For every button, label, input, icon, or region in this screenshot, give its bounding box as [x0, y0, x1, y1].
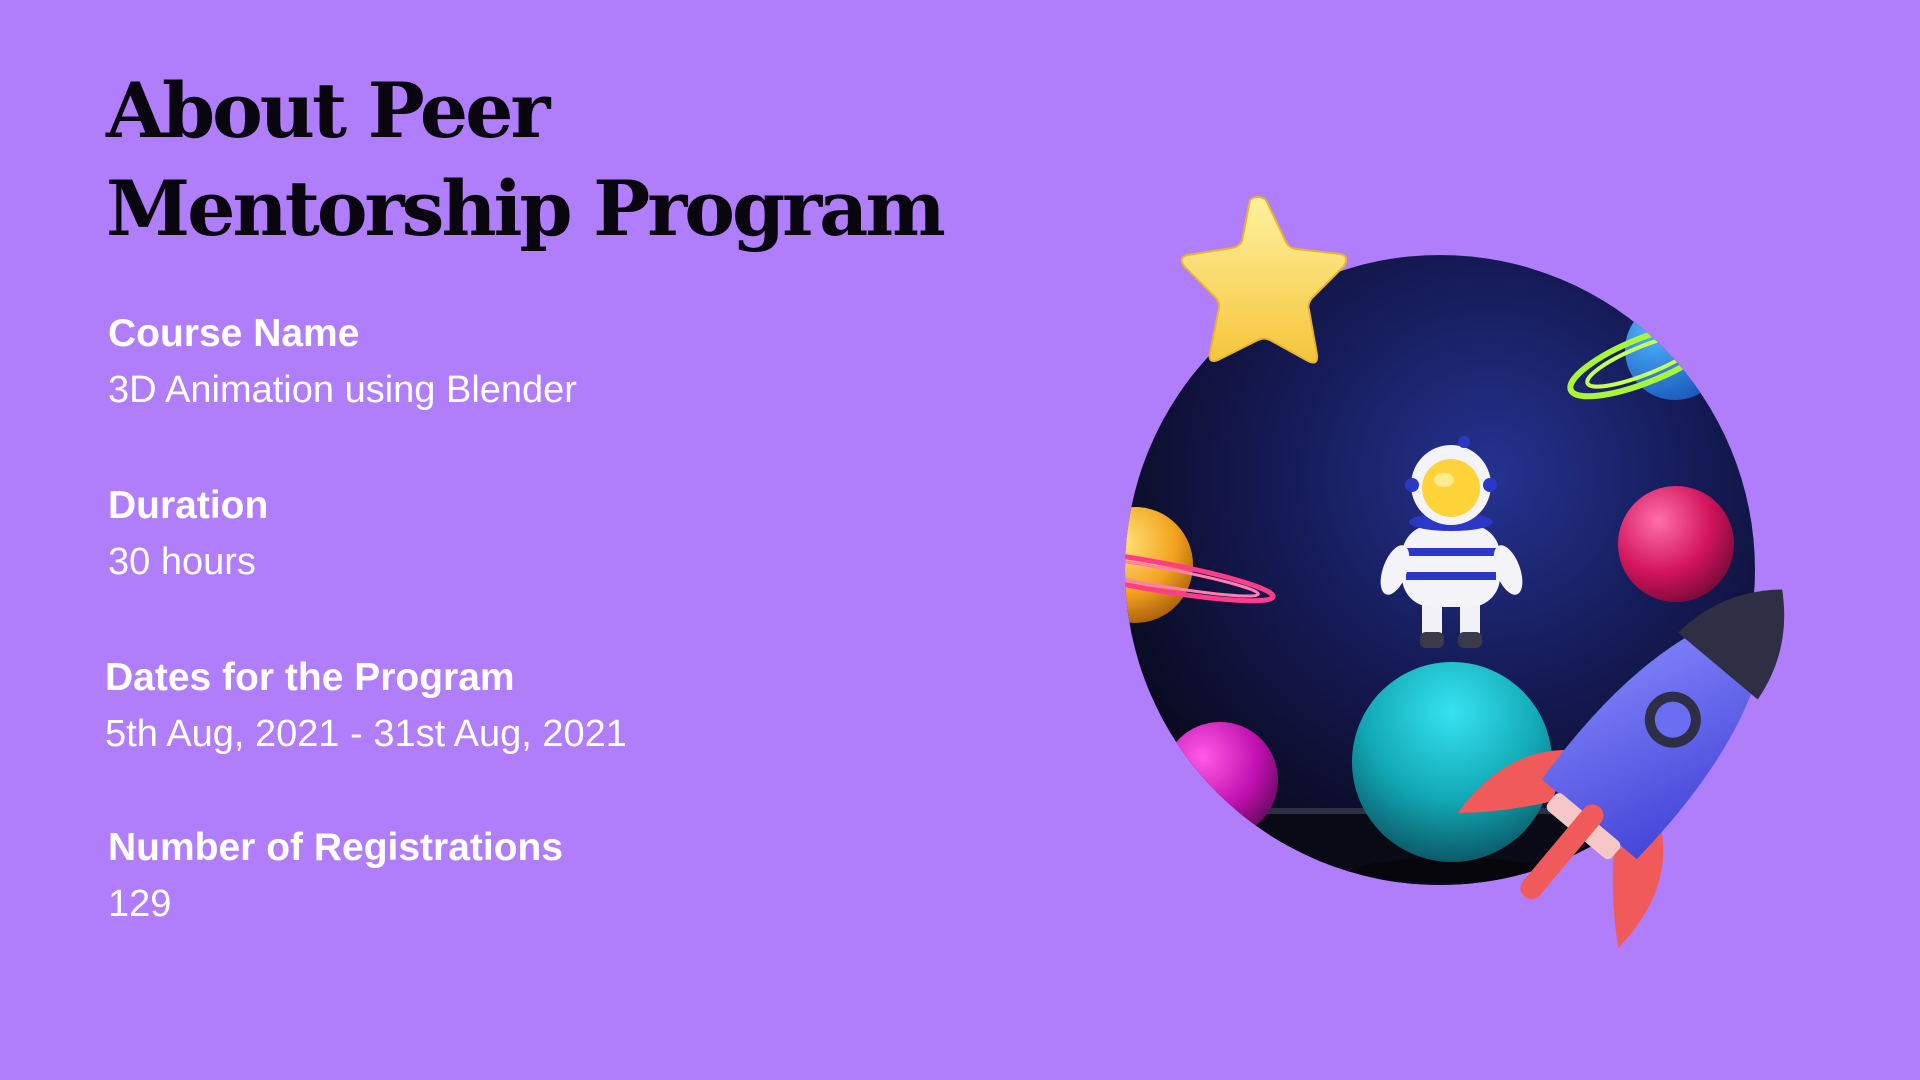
course-name-block: Course Name 3D Animation using Blender	[108, 310, 577, 414]
space-illustration	[1125, 196, 1785, 949]
page-title: About Peer Mentorship Program	[106, 62, 946, 258]
slide: About Peer Mentorship Program Course Nam…	[0, 0, 1920, 1080]
dates-label: Dates for the Program	[105, 656, 515, 699]
title-line-1: About Peer	[106, 66, 550, 155]
duration-block: Duration 30 hours	[108, 482, 268, 586]
duration-value: 30 hours	[108, 541, 256, 583]
magenta-planet-icon	[1162, 722, 1278, 838]
registrations-label: Number of Registrations	[108, 826, 564, 869]
duration-label: Duration	[108, 484, 269, 527]
dates-block: Dates for the Program 5th Aug, 2021 - 31…	[105, 654, 627, 758]
registrations-value: 129	[108, 883, 172, 925]
course-name-value: 3D Animation using Blender	[108, 369, 577, 411]
pink-planet-icon	[1618, 486, 1734, 602]
title-line-2: Mentorship Program	[106, 164, 946, 253]
dates-value: 5th Aug, 2021 - 31st Aug, 2021	[105, 713, 627, 755]
course-name-label: Course Name	[108, 312, 360, 355]
registrations-block: Number of Registrations 129	[108, 824, 563, 928]
